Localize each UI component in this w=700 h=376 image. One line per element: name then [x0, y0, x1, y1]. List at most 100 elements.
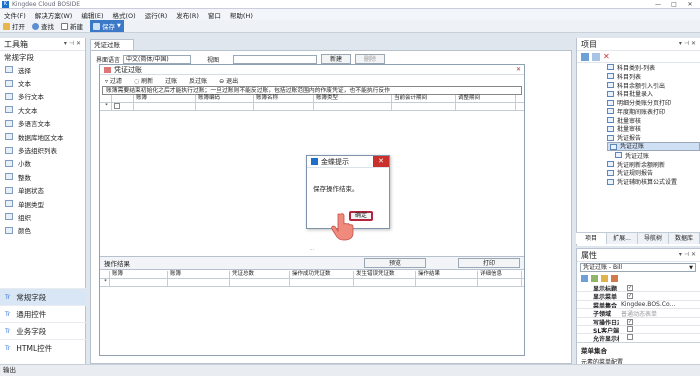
tool-item[interactable]: 数据库地区文本 — [0, 130, 85, 143]
menu-publish[interactable]: 发布(R) — [176, 10, 199, 20]
view-select[interactable] — [233, 54, 318, 64]
tool-item[interactable]: 选择 — [0, 63, 85, 76]
refresh-icon[interactable] — [592, 52, 600, 61]
tool-item[interactable]: 单据类型 — [0, 197, 85, 210]
filter-button[interactable]: ▿ 过滤 — [105, 76, 128, 85]
refresh-button[interactable]: ◌ 刷新 — [134, 76, 159, 85]
menu-run[interactable]: 运行(R) — [145, 10, 168, 20]
tree-item[interactable]: 年度期间账表打印 — [607, 107, 700, 116]
tool-item[interactable]: 多行文本 — [0, 90, 85, 103]
tool-item[interactable]: 小数 — [0, 157, 85, 170]
row-checkbox[interactable] — [114, 103, 120, 109]
tool-item[interactable]: 整数 — [0, 170, 85, 183]
tool-item[interactable]: 单据状态 — [0, 184, 85, 197]
minimize-button[interactable]: — — [650, 0, 666, 9]
dialog-close-button[interactable]: ✕ — [373, 156, 389, 167]
open-button[interactable]: 打开 — [3, 21, 25, 31]
toolbox-category[interactable]: Tr 业务字段 — [0, 322, 86, 339]
col-header: 调整期间 — [456, 95, 516, 102]
tree-item[interactable]: 科目余额引入引出 — [607, 81, 700, 89]
menu-file[interactable]: 文件(F) — [4, 10, 26, 20]
tab-navigation-tree[interactable]: 导航树 — [638, 233, 669, 244]
new-button[interactable]: 新建 — [61, 21, 83, 31]
toolbox-section[interactable]: 常规字段 — [0, 51, 85, 63]
tree-item[interactable]: 凭证报告 — [607, 133, 700, 142]
property-checkbox[interactable]: ✓ — [627, 318, 633, 325]
tree-item[interactable]: 明细分类账分页打印 — [607, 98, 700, 107]
tab-database[interactable]: 数据库 — [669, 233, 700, 244]
preview-button[interactable]: 预览 — [364, 258, 426, 268]
close-window-button[interactable]: ✕ — [682, 0, 698, 9]
tree-item[interactable]: 科目批量录入 — [607, 89, 700, 98]
property-row[interactable]: 写操作日志✓ — [577, 318, 700, 326]
object-select[interactable]: 凭证过账 - Bill ▼ — [580, 263, 696, 272]
tree-item[interactable]: 凭证过账 — [607, 151, 700, 160]
toolbox-category[interactable]: Tr 常规字段 — [0, 288, 86, 305]
form-icon — [607, 134, 614, 141]
event-icon[interactable] — [611, 275, 618, 282]
property-row[interactable]: 子领域 普通动态表单 — [577, 309, 700, 318]
menu-edit[interactable]: 编辑(E) — [81, 10, 103, 20]
delete-view-button[interactable]: 删除 — [355, 54, 386, 64]
tree-item[interactable]: 凭证规则报告 — [607, 169, 700, 177]
delete-icon[interactable]: ✕ — [603, 52, 610, 61]
text-type-icon: Tr — [5, 293, 11, 301]
property-row[interactable]: 显示标题 ✓ — [577, 284, 700, 293]
property-row[interactable]: 显示菜单 ✓ — [577, 292, 700, 301]
tab-extension[interactable]: 扩展... — [607, 233, 638, 244]
menu-format[interactable]: 格式(O) — [113, 10, 136, 20]
tool-item[interactable]: 多选组织列表 — [0, 143, 85, 156]
property-row[interactable]: 菜单集合 Kingdee.BOS.Co... — [577, 301, 700, 310]
print-button[interactable]: 打印 — [458, 258, 520, 268]
tool-item[interactable]: 大文本 — [0, 103, 85, 116]
tree-item[interactable]: 批量审核 — [607, 125, 700, 133]
sort-icon[interactable] — [591, 275, 598, 282]
post-button[interactable]: 过账 — [165, 76, 183, 85]
find-button[interactable]: 查找 — [32, 21, 54, 31]
exit-button[interactable]: ⊖ 退出 — [219, 76, 244, 85]
categorized-icon[interactable] — [581, 275, 588, 282]
menu-help[interactable]: 帮助(H) — [230, 10, 253, 20]
unpost-button[interactable]: 反过账 — [189, 76, 213, 85]
property-icon[interactable] — [601, 275, 608, 282]
tool-icon — [5, 146, 13, 154]
table-row[interactable]: * — [100, 103, 524, 111]
toolbox-category[interactable]: Tr HTML控件 — [0, 339, 86, 356]
tree-item[interactable]: 科目类别-列表 — [607, 63, 700, 72]
maximize-button[interactable]: □ — [666, 0, 682, 9]
tree-item[interactable]: 凭证刷新余额刷新 — [607, 160, 700, 169]
menu-window[interactable]: 窗口 — [208, 10, 221, 20]
tree-item[interactable]: 批量审核 — [607, 116, 700, 125]
pin-icon[interactable]: ▾ ⊣ ✕ — [679, 251, 696, 258]
tab-project[interactable]: 项目 — [576, 233, 607, 244]
close-icon[interactable]: ✕ — [516, 66, 521, 73]
tree-item[interactable]: 科目列表 — [607, 72, 700, 81]
doc-tab-voucher-posting[interactable]: 凭证过账 — [90, 39, 134, 50]
tool-item[interactable]: 文本 — [0, 76, 85, 89]
pin-icon[interactable]: ▾ ⊣ ✕ — [64, 40, 81, 47]
table-row[interactable]: * — [100, 279, 524, 287]
tree-item[interactable]: 凭证辅助核算公式设置 — [607, 177, 700, 186]
properties-icon[interactable] — [581, 52, 589, 61]
property-checkbox[interactable] — [627, 325, 633, 332]
tool-item[interactable]: 颜色 — [0, 224, 85, 237]
language-row: 界面语言 中文(简体/中国) 视图 新建 删除 — [96, 54, 386, 64]
toolbox-category[interactable]: Tr 通用控件 — [0, 305, 86, 322]
language-select[interactable]: 中文(简体/中国) — [123, 54, 192, 64]
property-checkbox[interactable]: ✓ — [627, 285, 633, 291]
save-button[interactable]: 保存 ▼ — [90, 20, 124, 32]
new-view-button[interactable]: 新建 — [321, 54, 352, 64]
form-icon — [607, 64, 614, 71]
tree-item[interactable]: 凭证过账 — [607, 142, 700, 151]
property-checkbox[interactable] — [627, 334, 633, 341]
col-header: 发生错误凭证数 — [354, 271, 416, 278]
pin-icon[interactable]: ▾ ⊣ ✕ — [679, 40, 696, 47]
splitter-handle[interactable]: ⋯ — [100, 247, 524, 253]
tool-item[interactable]: 组织 — [0, 210, 85, 223]
property-row[interactable]: 允许显示标题 — [577, 334, 700, 342]
menu-solution[interactable]: 解决方案(W) — [35, 10, 73, 20]
title-bar: K Kingdee Cloud BOSIDE — □ ✕ — [0, 0, 700, 9]
property-row[interactable]: SL客户端插件 — [577, 325, 700, 335]
property-checkbox[interactable]: ✓ — [627, 293, 633, 300]
tool-item[interactable]: 多语言文本 — [0, 117, 85, 130]
